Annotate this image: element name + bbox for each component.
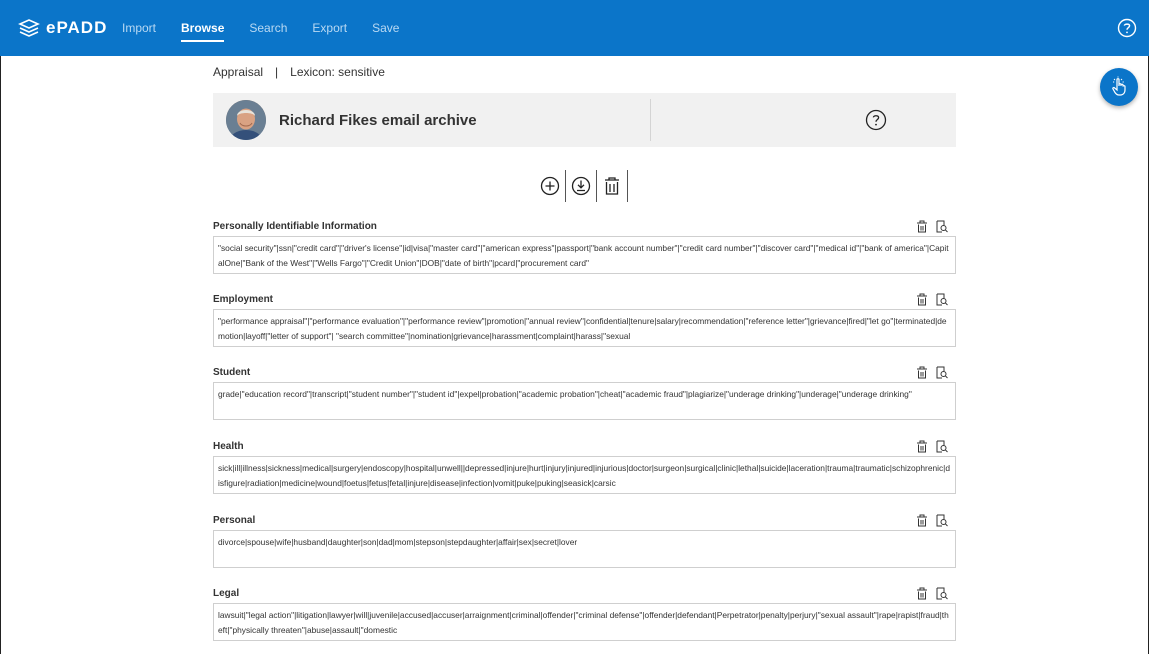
trash-icon xyxy=(917,587,927,600)
breadcrumb: Appraisal | Lexicon: sensitive xyxy=(213,65,385,79)
delete-category-button[interactable] xyxy=(916,440,928,453)
delete-icon xyxy=(605,177,619,195)
search-doc-icon xyxy=(936,220,948,233)
category-title: Health xyxy=(213,441,244,452)
header-divider xyxy=(650,99,651,141)
search-category-button[interactable] xyxy=(936,587,948,600)
delete-category-button[interactable] xyxy=(916,514,928,527)
category-title: Personal xyxy=(213,515,256,526)
nav-export[interactable]: Export xyxy=(312,0,347,56)
top-navbar: ePADD Import Browse Search Export Save xyxy=(0,0,1149,56)
lexicon-toolbar xyxy=(535,170,628,202)
add-icon xyxy=(540,176,560,196)
category-terms-field[interactable]: grade|"education record"|transcript|"stu… xyxy=(213,382,956,420)
search-doc-icon xyxy=(936,587,948,600)
archive-owner-avatar xyxy=(226,100,266,140)
search-doc-icon xyxy=(936,440,948,453)
delete-category-button[interactable] xyxy=(916,587,928,600)
trash-icon xyxy=(917,514,927,527)
lexicon-category-employment: Employment "performance appraisal"|"perf… xyxy=(213,293,956,347)
breadcrumb-section[interactable]: Appraisal xyxy=(213,65,263,79)
nav-search[interactable]: Search xyxy=(249,0,287,56)
category-terms-field[interactable]: "social security"|ssn|"credit card"|"dri… xyxy=(213,236,956,274)
breadcrumb-separator: | xyxy=(275,65,279,79)
category-title: Legal xyxy=(213,588,240,599)
category-terms-field[interactable]: "performance appraisal"|"performance eva… xyxy=(213,309,956,347)
brand-name: ePADD xyxy=(46,18,108,37)
touch-help-button[interactable] xyxy=(1100,68,1138,106)
category-terms-field[interactable]: lawsuit|"legal action"|litigation|lawyer… xyxy=(213,603,956,641)
category-title: Personally Identifiable Information xyxy=(213,221,377,232)
delete-category-button[interactable] xyxy=(916,366,928,379)
category-title: Student xyxy=(213,367,251,378)
download-icon xyxy=(571,176,591,196)
delete-category-button[interactable] xyxy=(916,293,928,306)
nav-browse[interactable]: Browse xyxy=(181,0,225,56)
search-category-button[interactable] xyxy=(936,514,948,527)
search-category-button[interactable] xyxy=(936,366,948,379)
search-doc-icon xyxy=(936,293,948,306)
download-lexicon-button[interactable] xyxy=(566,170,597,202)
archive-info-icon[interactable] xyxy=(865,109,887,131)
search-doc-icon xyxy=(936,366,948,379)
archive-header-card: Richard Fikes email archive xyxy=(213,93,956,147)
lexicon-category-personal: Personal divorce|spouse|wife|husband|dau… xyxy=(213,514,956,568)
category-title: Employment xyxy=(213,294,274,305)
trash-icon xyxy=(917,220,927,233)
trash-icon xyxy=(917,293,927,306)
search-category-button[interactable] xyxy=(936,293,948,306)
search-category-button[interactable] xyxy=(936,220,948,233)
trash-icon xyxy=(917,366,927,379)
lexicon-category-legal: Legal lawsuit|"legal action"|litigation|… xyxy=(213,587,956,641)
nav-import[interactable]: Import xyxy=(122,0,156,56)
delete-category-button[interactable] xyxy=(916,220,928,233)
epadd-logo-icon xyxy=(18,19,40,37)
search-category-button[interactable] xyxy=(936,440,948,453)
lexicon-category-student: Student grade|"education record"|transcr… xyxy=(213,366,956,420)
lexicon-category-health: Health sick|ill|illness|sickness|medical… xyxy=(213,440,956,494)
category-terms-field[interactable]: divorce|spouse|wife|husband|daughter|son… xyxy=(213,530,956,568)
hand-pointer-icon xyxy=(1112,76,1126,96)
delete-lexicon-button[interactable] xyxy=(597,170,628,202)
help-icon[interactable] xyxy=(1117,18,1137,38)
breadcrumb-lexicon: Lexicon: sensitive xyxy=(290,65,385,79)
category-terms-field[interactable]: sick|ill|illness|sickness|medical|surger… xyxy=(213,456,956,494)
lexicon-category-pii: Personally Identifiable Information "soc… xyxy=(213,220,956,274)
nav-save[interactable]: Save xyxy=(372,0,399,56)
archive-title: Richard Fikes email archive xyxy=(279,111,477,129)
search-doc-icon xyxy=(936,514,948,527)
trash-icon xyxy=(917,440,927,453)
brand-logo[interactable]: ePADD xyxy=(18,18,118,38)
add-category-button[interactable] xyxy=(535,170,566,202)
